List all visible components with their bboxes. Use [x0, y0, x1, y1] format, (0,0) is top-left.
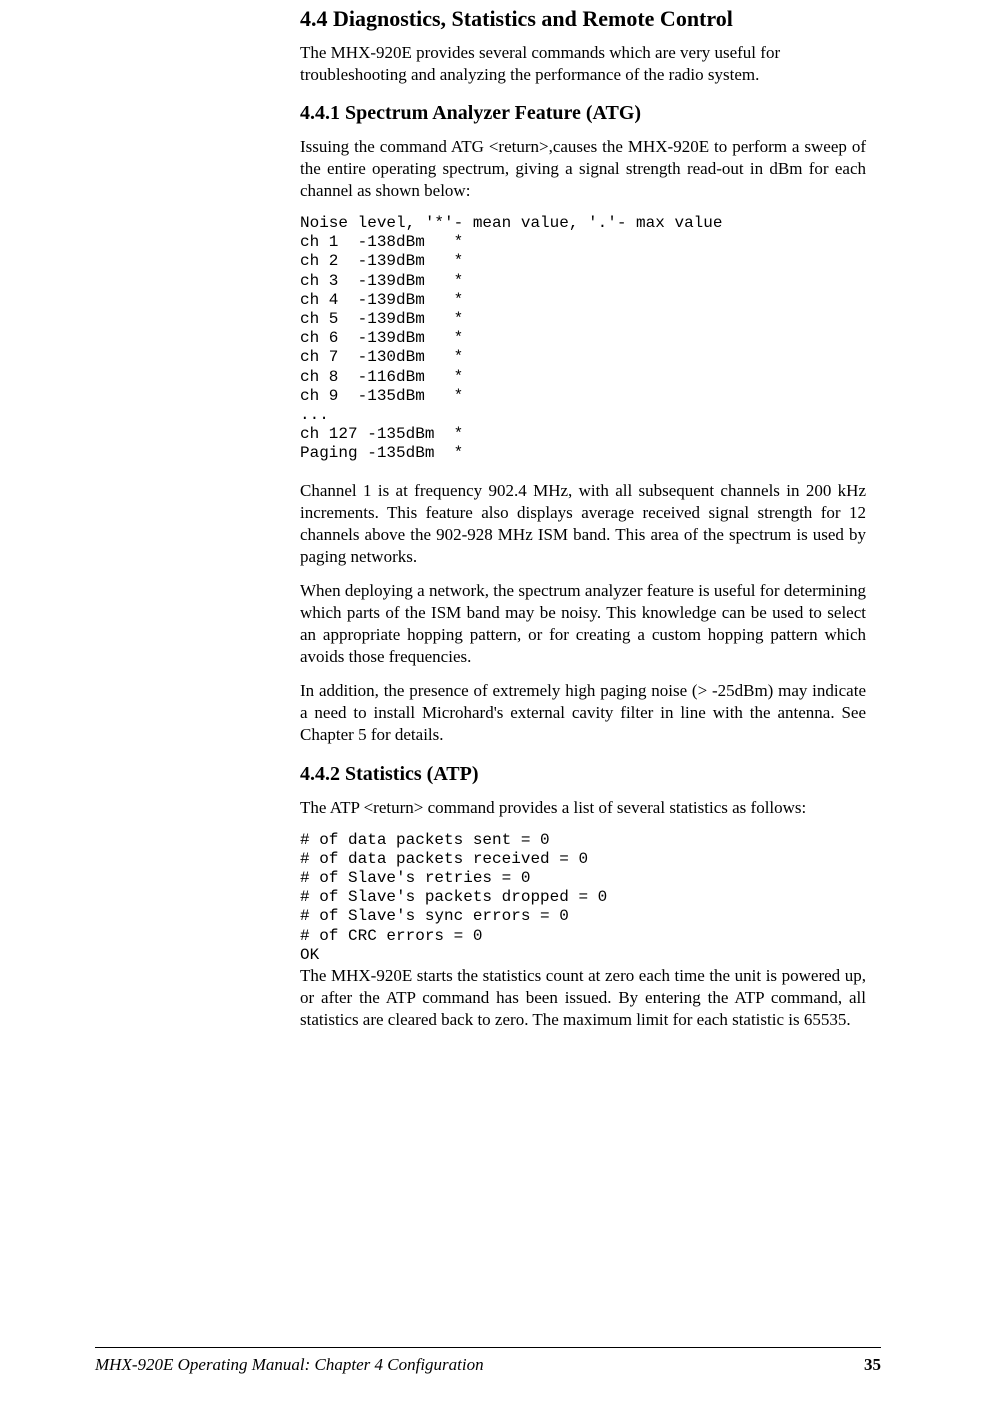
subsection-441-heading: 4.4.1 Spectrum Analyzer Feature (ATG) — [300, 100, 866, 126]
subsection-441-para2: Channel 1 is at frequency 902.4 MHz, wit… — [300, 480, 866, 568]
subsection-442-heading: 4.4.2 Statistics (ATP) — [300, 761, 866, 787]
page-content: 4.4 Diagnostics, Statistics and Remote C… — [0, 0, 981, 1031]
section-heading: 4.4 Diagnostics, Statistics and Remote C… — [300, 5, 866, 34]
footer-left-text: MHX-920E Operating Manual: Chapter 4 Con… — [95, 1354, 484, 1376]
section-intro: The MHX-920E provides several commands w… — [300, 42, 866, 86]
subsection-442-para1: The ATP <return> command provides a list… — [300, 797, 866, 819]
atg-output-block: Noise level, '*'- mean value, '.'- max v… — [300, 214, 866, 463]
subsection-442-para2: The MHX-920E starts the statistics count… — [300, 965, 866, 1031]
footer-page-number: 35 — [864, 1354, 881, 1376]
subsection-441-para1: Issuing the command ATG <return>,causes … — [300, 136, 866, 202]
page-footer: MHX-920E Operating Manual: Chapter 4 Con… — [95, 1347, 881, 1376]
atp-output-block: # of data packets sent = 0 # of data pac… — [300, 831, 866, 965]
subsection-441-para3: When deploying a network, the spectrum a… — [300, 580, 866, 668]
subsection-441-para4: In addition, the presence of extremely h… — [300, 680, 866, 746]
